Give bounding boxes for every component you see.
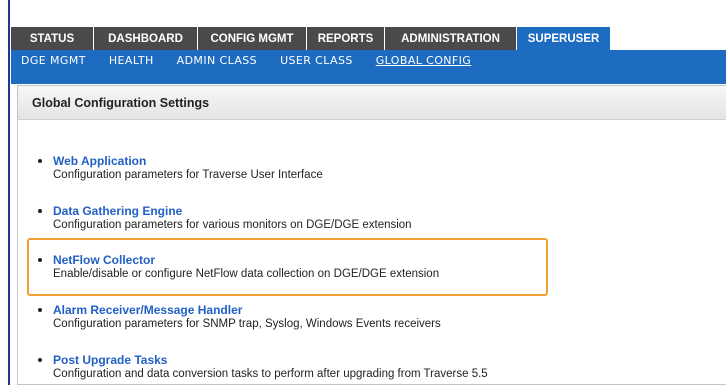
tab-dashboard[interactable]: DASHBOARD xyxy=(94,27,198,50)
web-application-link[interactable]: Web Application xyxy=(53,154,146,168)
data-gathering-engine-description: Configuration parameters for various mon… xyxy=(53,219,412,231)
data-gathering-engine-link[interactable]: Data Gathering Engine xyxy=(53,204,182,218)
sub-nav-bar: DGE MGMT HEALTH ADMIN CLASS USER CLASS G… xyxy=(11,50,726,84)
bullet-icon xyxy=(38,358,42,362)
post-upgrade-tasks-description: Configuration and data conversion tasks … xyxy=(53,368,488,380)
highlight-box xyxy=(27,238,548,296)
panel-title: Global Configuration Settings xyxy=(32,95,210,110)
subnav-dge-mgmt[interactable]: DGE MGMT xyxy=(21,54,86,67)
subnav-user-class[interactable]: USER CLASS xyxy=(280,54,353,67)
subnav-health[interactable]: HEALTH xyxy=(109,54,154,67)
tab-status[interactable]: STATUS xyxy=(11,27,94,50)
tab-administration[interactable]: ADMINISTRATION xyxy=(385,27,517,50)
panel-header: Global Configuration Settings xyxy=(18,86,726,120)
post-upgrade-tasks-link[interactable]: Post Upgrade Tasks xyxy=(53,353,167,367)
subnav-admin-class[interactable]: ADMIN CLASS xyxy=(177,54,257,67)
tab-superuser[interactable]: SUPERUSER xyxy=(517,27,611,50)
tab-config-mgmt[interactable]: CONFIG MGMT xyxy=(198,27,307,50)
tab-bar-filler xyxy=(611,27,726,50)
global-config-panel: Global Configuration Settings Web Applic… xyxy=(17,85,726,385)
bullet-icon xyxy=(38,308,42,312)
bullet-icon xyxy=(38,209,42,213)
alarm-receiver-description: Configuration parameters for SNMP trap, … xyxy=(53,318,441,330)
bullet-icon xyxy=(38,159,42,163)
left-border-rule xyxy=(8,0,10,385)
alarm-receiver-link[interactable]: Alarm Receiver/Message Handler xyxy=(53,303,242,317)
web-application-description: Configuration parameters for Traverse Us… xyxy=(53,169,323,181)
tab-reports[interactable]: REPORTS xyxy=(307,27,385,50)
subnav-global-config[interactable]: GLOBAL CONFIG xyxy=(376,54,471,67)
top-nav-tabs: STATUS DASHBOARD CONFIG MGMT REPORTS ADM… xyxy=(11,27,726,50)
